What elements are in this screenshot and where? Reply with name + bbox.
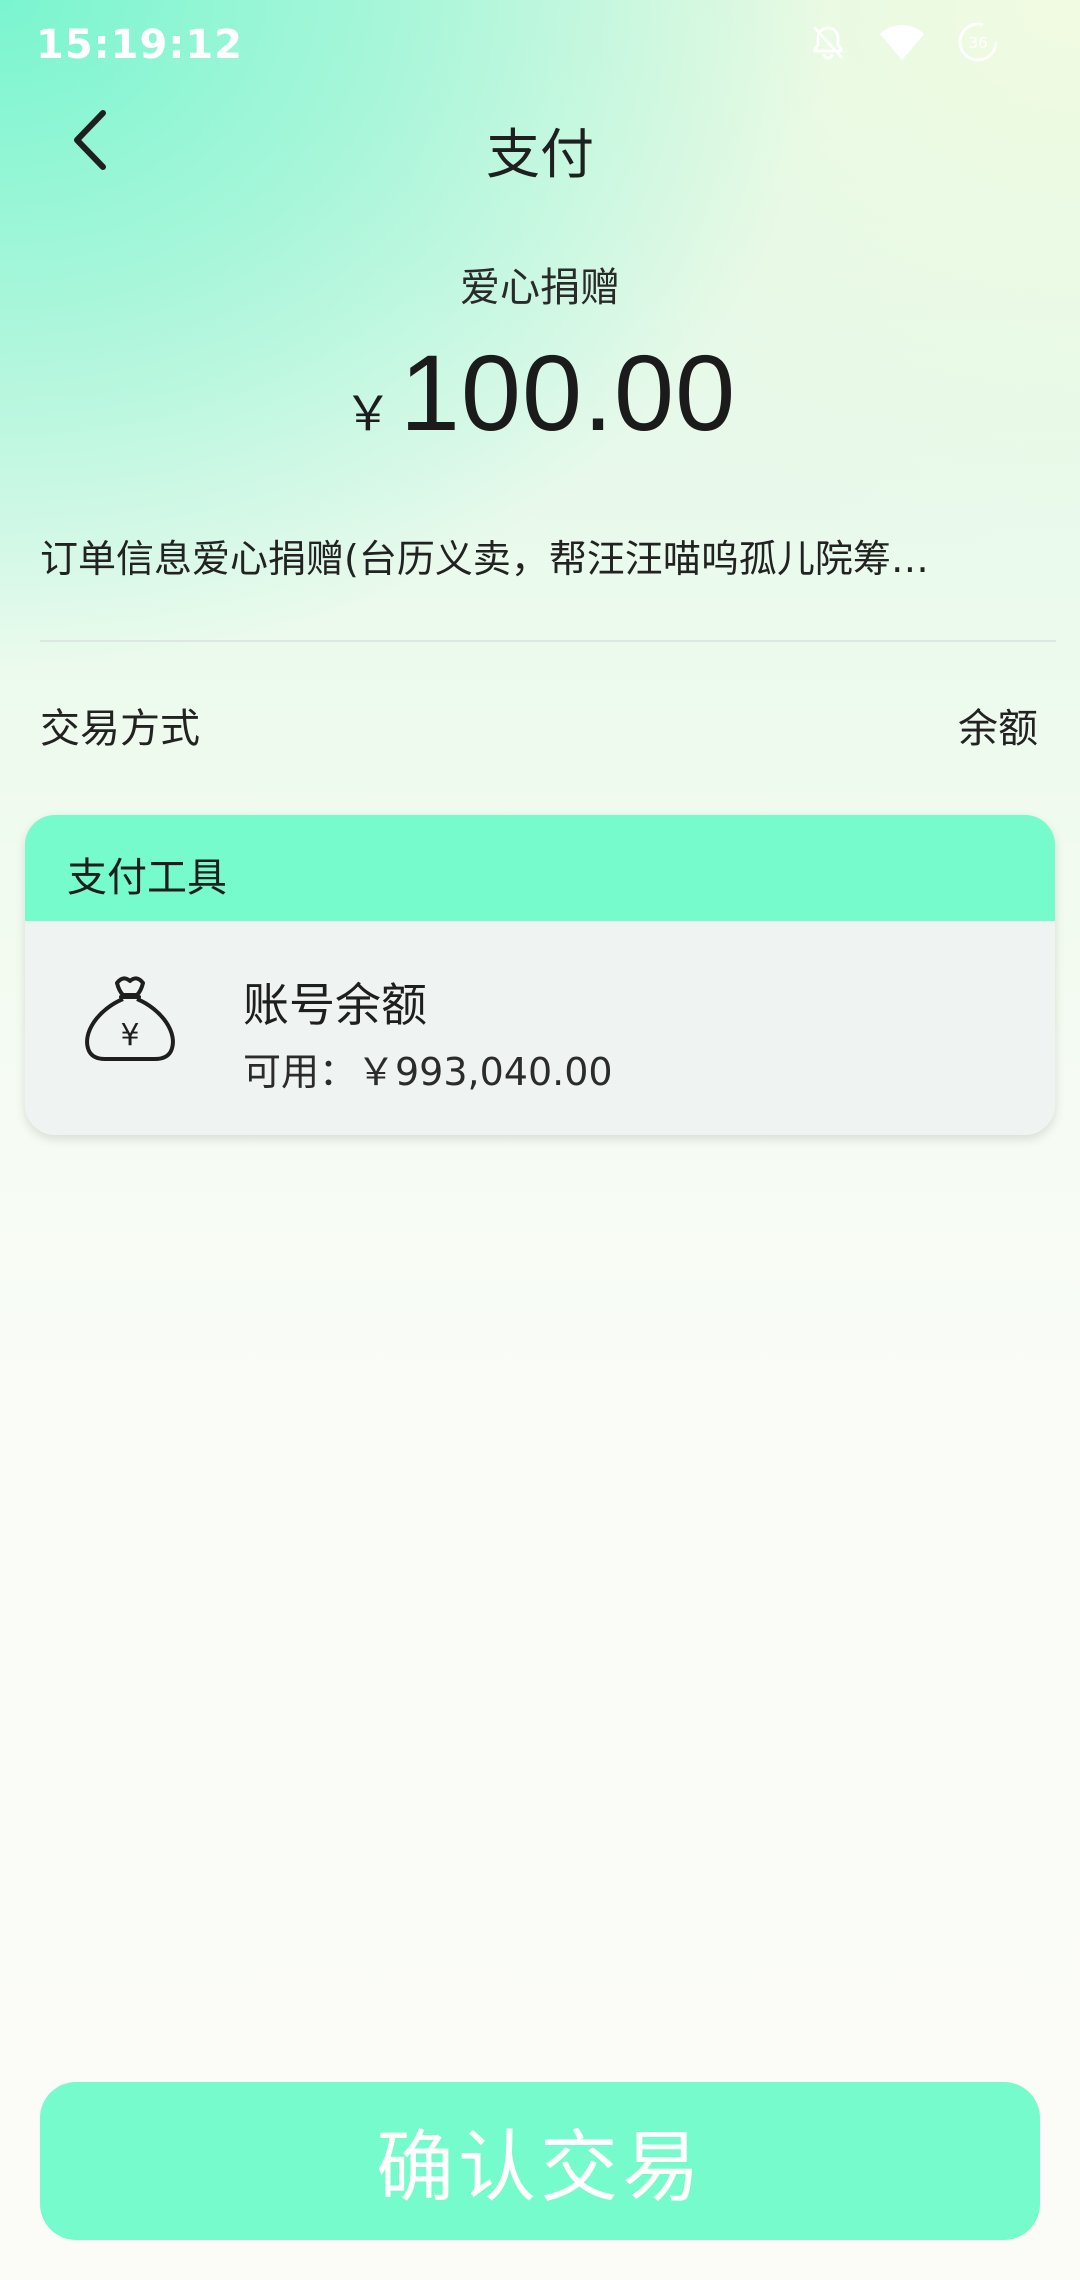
wifi-icon [878,22,926,62]
payment-tool-available: 可用：￥993,040.00 [243,1050,613,1094]
payment-tool-account-balance[interactable]: ¥ 账号余额 可用：￥993,040.00 [25,921,1055,1135]
confirm-transaction-button[interactable]: 确认交易 [40,2082,1040,2240]
divider [40,640,1056,642]
order-info: 订单信息爱心捐赠(台历义卖，帮汪汪喵呜孤儿院筹… [40,537,929,581]
transaction-method-value: 余额 [958,706,1038,752]
amount-label: 爱心捐赠 [460,265,620,311]
data-saver-icon: 36 [956,20,1000,64]
data-saver-label: 36 [968,34,987,52]
payment-tools-header: 支付工具 [25,815,1055,921]
amount-currency: ￥ [343,386,392,442]
money-bag-icon: ¥ [85,976,175,1061]
bell-muted-icon [808,22,848,62]
payment-tool-name: 账号余额 [243,978,427,1032]
payment-tools-title: 支付工具 [67,855,227,901]
page-title: 支付 [486,123,594,186]
status-bar: 15:19:12 36 [0,0,1080,92]
amount-value: 100.00 [399,332,737,453]
status-time: 15:19:12 [36,22,243,68]
payment-tools-card: 支付工具 ¥ 账号余额 可用：￥993,040.00 [25,815,1055,1135]
amount-row: ￥100.00 [0,330,1080,455]
status-icons: 36 [808,20,1000,64]
transaction-method-label: 交易方式 [40,706,200,752]
header: 支付 [0,92,1080,192]
money-bag-symbol: ¥ [120,1018,139,1053]
